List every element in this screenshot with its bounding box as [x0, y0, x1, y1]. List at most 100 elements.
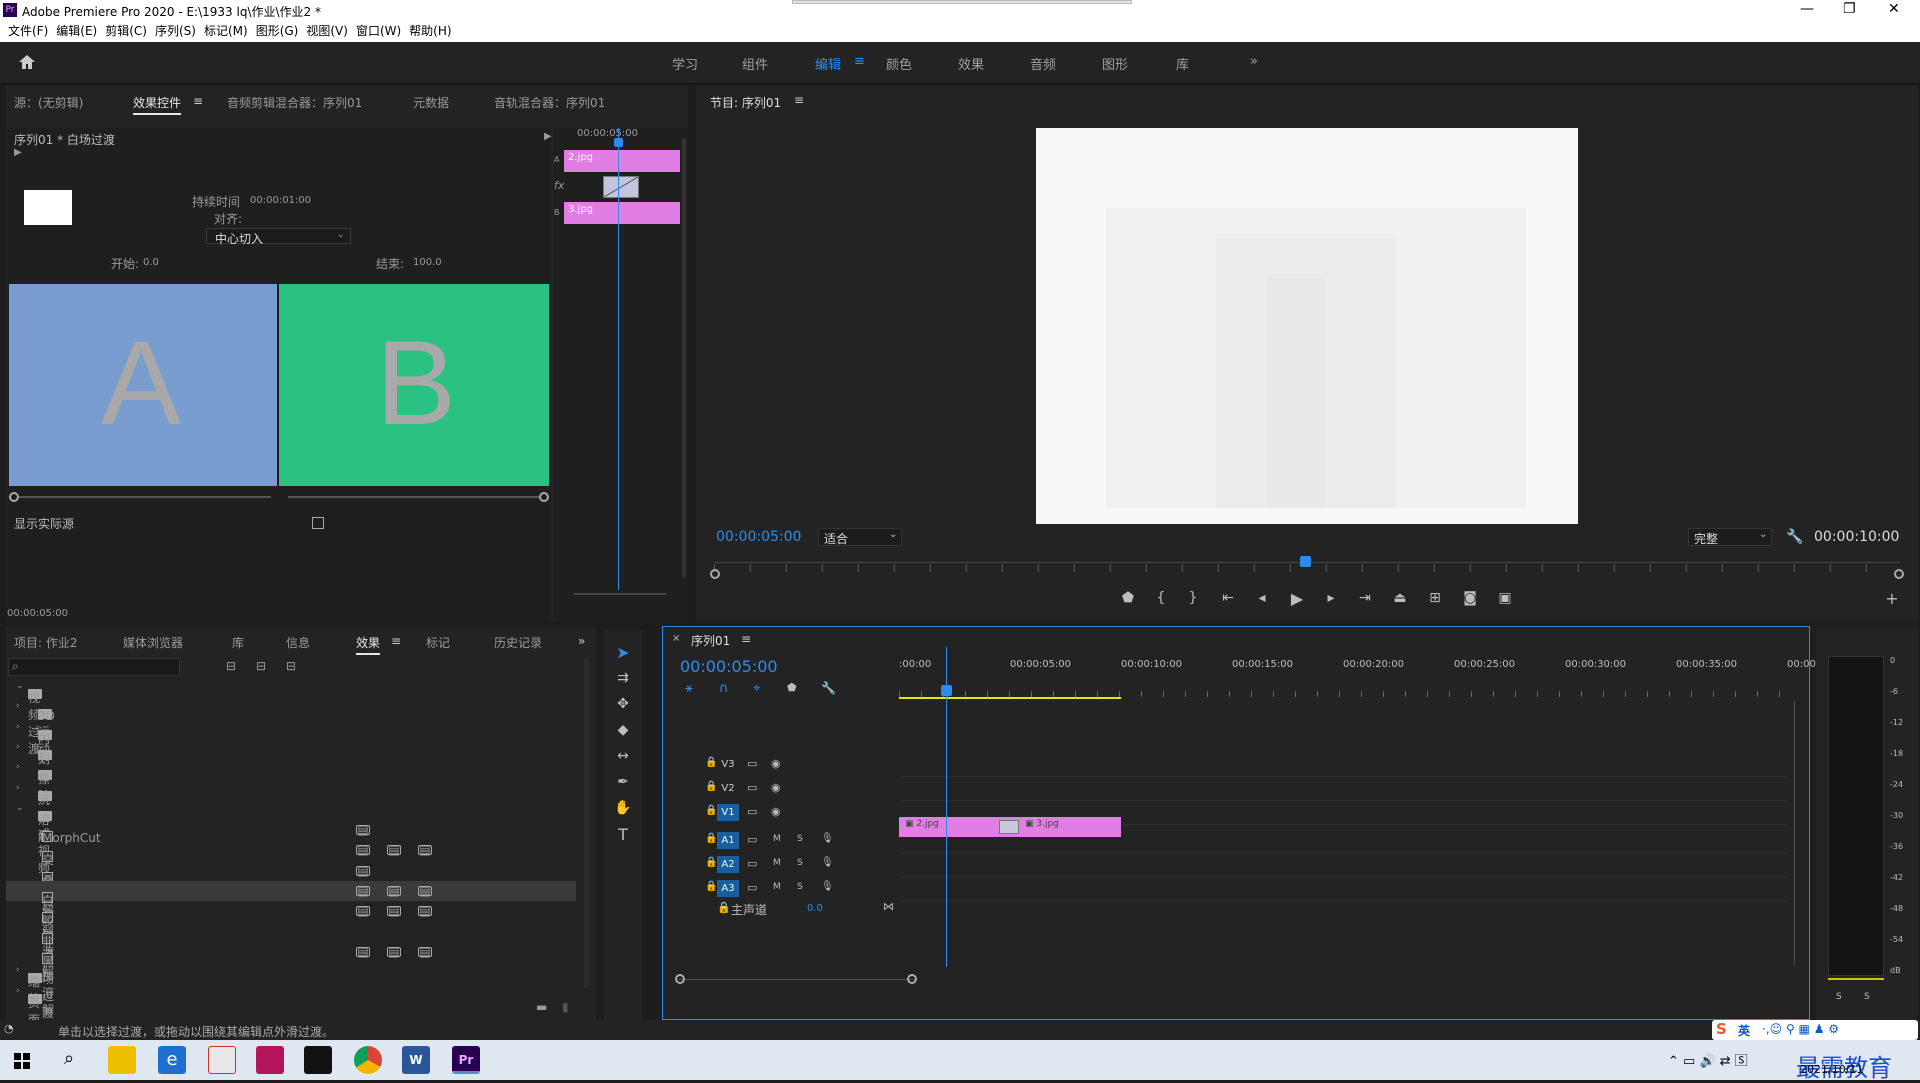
- start-slider[interactable]: [9, 496, 271, 498]
- end-value[interactable]: 100.0: [413, 257, 442, 268]
- effects-tree-item[interactable]: ›擦除: [6, 759, 576, 803]
- workspace-menu-icon[interactable]: ≡: [854, 54, 865, 69]
- ime-tools-icon[interactable]: ·,☺ ⚲ ▦ ♟ ⚙: [1762, 1022, 1839, 1036]
- program-timecode[interactable]: 00:00:05:00: [716, 529, 801, 545]
- mark-out-icon[interactable]: }: [1183, 590, 1203, 606]
- sync-lock-icon[interactable]: ▭: [747, 805, 757, 818]
- track-select-tool-icon[interactable]: ⇉: [613, 668, 633, 688]
- eye-icon[interactable]: ◉: [771, 757, 781, 770]
- workspace-libraries[interactable]: 库: [1176, 54, 1189, 73]
- lift-icon[interactable]: ⏏: [1390, 590, 1410, 606]
- quality-dropdown[interactable]: 完整 ⌄: [1688, 528, 1772, 546]
- sync-lock-icon[interactable]: ▭: [747, 833, 757, 846]
- effects-tree-item[interactable]: ›缩放: [6, 962, 576, 1006]
- v1-clip-3jpg[interactable]: ▣ 3.jpg: [1019, 817, 1119, 837]
- step-back-icon[interactable]: ◂: [1252, 590, 1272, 606]
- workspace-editing[interactable]: 编辑: [815, 54, 841, 73]
- chevron-down-icon[interactable]: ⌄: [16, 681, 24, 691]
- lock-icon[interactable]: 🔒: [705, 857, 717, 868]
- mini-vertical-scrollbar[interactable]: [682, 138, 686, 578]
- timeline-horizontal-scrollbar[interactable]: [679, 979, 915, 980]
- show-actual-checkbox[interactable]: [312, 517, 324, 529]
- eye-icon[interactable]: ◉: [771, 781, 781, 794]
- effects-tree-item[interactable]: MorphCut ▤: [6, 820, 576, 845]
- solo-right-button[interactable]: S: [1864, 992, 1870, 1002]
- track-lane-v3[interactable]: [899, 753, 1789, 777]
- extract-icon[interactable]: ⊞: [1425, 590, 1445, 606]
- effects-tree-item[interactable]: 交叉溶解▤▤▤: [6, 840, 576, 918]
- track-target-v1[interactable]: V1: [717, 804, 739, 821]
- accelerated-effects-icon[interactable]: ⊟: [226, 659, 236, 673]
- solo-button[interactable]: S: [797, 834, 803, 844]
- effects-tree-item[interactable]: 叠加溶解▤: [6, 861, 576, 939]
- pen-tool-icon[interactable]: ✒: [613, 772, 633, 792]
- menu-view[interactable]: 视图(V): [306, 22, 348, 39]
- menu-window[interactable]: 窗口(W): [356, 22, 401, 39]
- effects-tree-item[interactable]: ⌄ 视频过渡: [6, 678, 576, 756]
- track-target-v3[interactable]: V3: [717, 756, 739, 773]
- master-toggle-icon[interactable]: ⋈: [883, 900, 894, 913]
- lock-icon[interactable]: 🔒: [705, 805, 717, 816]
- lock-icon[interactable]: 🔒: [705, 833, 717, 844]
- wrench-icon[interactable]: 🔧: [1786, 529, 1803, 545]
- close-button[interactable]: ✕: [1888, 1, 1900, 17]
- edge-icon[interactable]: e: [158, 1046, 186, 1074]
- timeline-vertical-scrollbar[interactable]: [1794, 701, 1795, 965]
- mini-clip-a[interactable]: 2.jpg: [564, 150, 680, 172]
- effects-search-input[interactable]: ⌕: [8, 658, 180, 676]
- tab-markers[interactable]: 标记: [426, 634, 450, 651]
- chevron-right-icon[interactable]: ›: [16, 986, 20, 996]
- sync-lock-icon[interactable]: ▭: [747, 881, 757, 894]
- workspace-graphics[interactable]: 图形: [1102, 54, 1128, 73]
- menu-sequence[interactable]: 序列(S): [155, 22, 196, 39]
- hand-tool-icon[interactable]: ✋: [613, 798, 633, 818]
- track-lane-a2[interactable]: [899, 853, 1789, 877]
- type-tool-icon[interactable]: T: [613, 824, 633, 844]
- track-target-v2[interactable]: V2: [717, 780, 739, 797]
- zoom-handle-left[interactable]: [675, 974, 685, 984]
- mute-button[interactable]: M: [773, 834, 781, 844]
- program-menu-icon[interactable]: ≡: [794, 93, 804, 107]
- menu-clip[interactable]: 剪辑(C): [105, 22, 147, 39]
- lock-icon[interactable]: 🔒: [705, 781, 717, 792]
- effects-tree-item[interactable]: ⌄溶解: [6, 800, 576, 844]
- lock-icon[interactable]: 🔒: [705, 757, 717, 768]
- tab-history[interactable]: 历史记录: [494, 634, 542, 651]
- menu-file[interactable]: 文件(F): [8, 22, 48, 39]
- add-marker-icon[interactable]: ⬟: [787, 681, 797, 694]
- microphone-icon[interactable]: 🎙: [821, 833, 834, 844]
- go-to-in-icon[interactable]: ⇤: [1218, 590, 1238, 606]
- tab-media-browser[interactable]: 媒体浏览器: [123, 634, 183, 651]
- mini-playhead-handle[interactable]: [614, 138, 623, 147]
- solo-button[interactable]: S: [797, 858, 803, 868]
- add-marker-icon[interactable]: ⬟: [1118, 590, 1138, 606]
- mini-clip-b[interactable]: 3.jpg: [564, 202, 680, 224]
- track-lane-a3[interactable]: [899, 877, 1789, 901]
- lock-icon[interactable]: 🔒: [705, 881, 717, 892]
- mini-playhead[interactable]: [618, 128, 619, 590]
- new-bin-icon[interactable]: ▬: [536, 1000, 547, 1014]
- mute-button[interactable]: M: [773, 858, 781, 868]
- collapse-arrow-icon[interactable]: ▶: [544, 131, 552, 142]
- ime-mode[interactable]: 英: [1738, 1022, 1750, 1039]
- zoom-handle-left[interactable]: [710, 569, 720, 579]
- play-icon[interactable]: ▶: [1286, 589, 1308, 608]
- workspace-audio[interactable]: 音频: [1030, 54, 1056, 73]
- sync-lock-icon[interactable]: ▭: [747, 857, 757, 870]
- effects-tree-item[interactable]: 白场过渡▤▤▤: [6, 881, 576, 959]
- tab-effect-controls[interactable]: 效果控件: [133, 94, 182, 115]
- 32bit-effects-icon[interactable]: ⊟: [256, 659, 266, 673]
- timeline-settings-icon[interactable]: 🔧: [821, 681, 836, 695]
- sync-lock-icon[interactable]: ▭: [747, 757, 757, 770]
- step-forward-icon[interactable]: ▸: [1321, 590, 1341, 606]
- microphone-icon[interactable]: 🎙: [821, 857, 834, 868]
- linked-selection-icon[interactable]: ⌖: [753, 681, 760, 696]
- menu-graphics[interactable]: 图形(G): [256, 22, 299, 39]
- ripple-edit-tool-icon[interactable]: ✥: [613, 694, 633, 714]
- search-icon[interactable]: ⌕: [64, 1048, 74, 1069]
- chrome-icon[interactable]: [354, 1046, 382, 1074]
- snap-icon[interactable]: ∩: [719, 681, 729, 696]
- chevron-right-icon[interactable]: ›: [16, 783, 20, 793]
- mini-transition[interactable]: [603, 176, 639, 198]
- more-panels-icon[interactable]: »: [578, 634, 585, 648]
